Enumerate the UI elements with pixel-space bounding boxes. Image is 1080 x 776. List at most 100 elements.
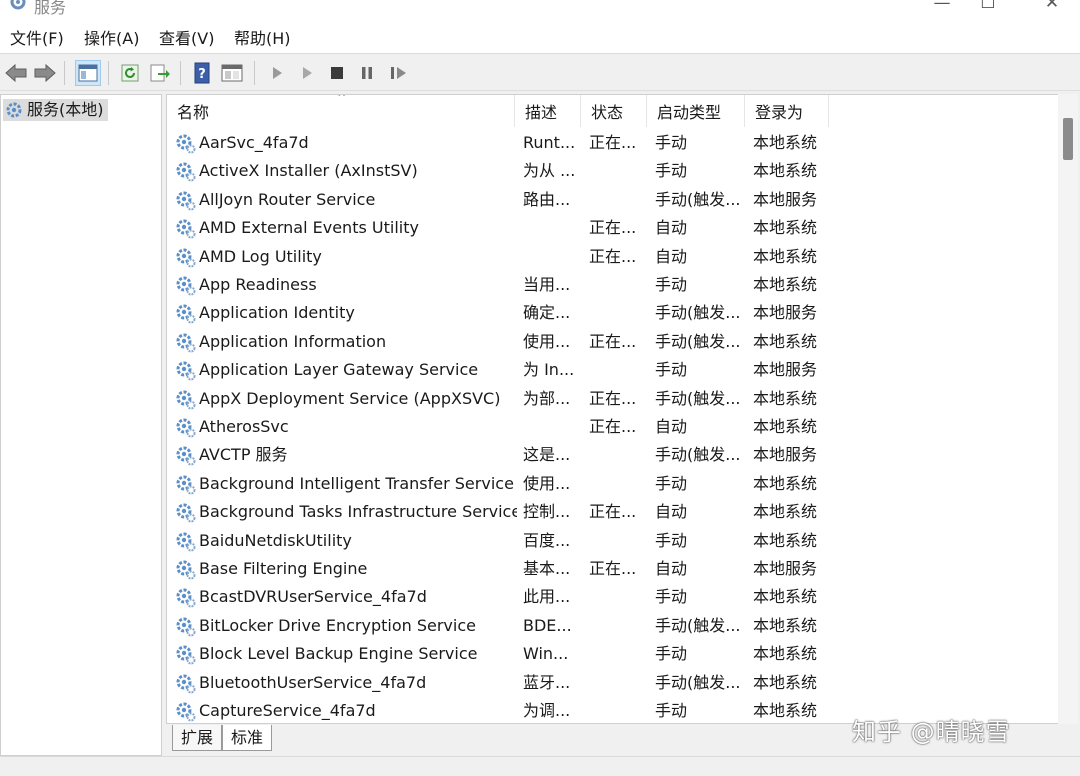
table-row[interactable]: Background Tasks Infrastructure Service 控… (167, 498, 827, 526)
column-header-startup-type[interactable]: 启动类型 (647, 95, 745, 127)
export-list-icon[interactable] (147, 60, 173, 86)
table-row[interactable]: AllJoyn Router Service 路由... 手动(触发... 本地服务 (167, 186, 827, 214)
help-icon[interactable]: ? (189, 60, 215, 86)
table-row[interactable]: CaptureService_4fa7d 为调... 手动 本地系统 (167, 697, 827, 723)
tree-node-services-local[interactable]: 服务(本地) (3, 99, 108, 121)
svg-text:?: ? (198, 67, 206, 82)
table-row[interactable]: AMD External Events Utility 正在... 自动 本地系统 (167, 214, 827, 242)
table-row[interactable]: BitLocker Drive Encryption Service BDE...… (167, 612, 827, 640)
minimize-button[interactable]: — (922, 0, 962, 14)
table-row[interactable]: AppX Deployment Service (AppXSVC) 为部... 正在… (167, 385, 827, 413)
service-gear-icon (175, 502, 197, 524)
service-gear-icon (175, 161, 197, 183)
table-row[interactable]: AarSvc_4fa7d Runt... 正在... 手动 本地系统 (167, 129, 827, 157)
service-log-on-as: 本地服务 (753, 360, 818, 380)
service-status (589, 356, 647, 384)
column-header-name[interactable]: 名称 (167, 95, 515, 127)
service-description: 确定... (523, 303, 571, 323)
service-name: App Readiness (199, 275, 317, 294)
service-startup-type: 自动 (655, 502, 688, 522)
start-service-alt-icon[interactable] (294, 60, 320, 86)
restart-service-icon[interactable] (386, 60, 412, 86)
properties-icon[interactable] (219, 60, 245, 86)
service-gear-icon (175, 701, 197, 723)
service-name: Block Level Backup Engine Service (199, 644, 478, 664)
start-service-icon[interactable] (264, 60, 290, 86)
service-name: Application Layer Gateway Service (199, 360, 479, 380)
table-row[interactable]: BaiduNetdiskUtility 百度... 手动 本地系统 (167, 527, 827, 555)
service-gear-icon (175, 303, 197, 325)
service-gear-icon (175, 332, 197, 354)
title-bar: 服务 — ☐ ✕ (0, 0, 1080, 24)
service-startup-type: 手动(触发... (655, 331, 741, 351)
service-name: CaptureService_4fa7d (199, 701, 376, 720)
maximize-button[interactable]: ☐ (968, 0, 1008, 14)
tab-extended[interactable]: 扩展 (172, 725, 223, 751)
service-log-on-as: 本地系统 (753, 133, 818, 152)
table-row[interactable]: Block Level Backup Engine Service Win... 手… (167, 640, 827, 668)
service-name: BluetoothUserService_4fa7d (199, 672, 427, 692)
refresh-icon[interactable] (117, 60, 143, 86)
menu-help[interactable]: 帮助(H) (234, 28, 291, 50)
service-startup-type: 手动 (655, 701, 688, 720)
service-status: 正在... (589, 133, 637, 152)
table-row[interactable]: BluetoothUserService_4fa7d 蓝牙... 手动(触发... 本… (167, 669, 827, 697)
tree-node-label: 服务(本地) (27, 100, 104, 119)
service-startup-type: 手动(触发... (655, 615, 741, 635)
service-gear-icon (175, 275, 197, 297)
table-row[interactable]: Application Layer Gateway Service 为 In...… (167, 356, 827, 384)
table-row[interactable]: AMD Log Utility 正在... 自动 本地系统 (167, 243, 827, 271)
service-startup-type: 手动 (655, 360, 688, 380)
service-description: 使用... (523, 331, 571, 351)
service-startup-type: 手动(触发... (655, 672, 741, 692)
scrollbar-thumb[interactable] (1063, 118, 1073, 160)
show-hide-console-tree-icon[interactable] (75, 60, 101, 86)
service-startup-type: 手动 (655, 133, 688, 152)
service-startup-type: 手动(触发... (655, 388, 741, 408)
service-log-on-as: 本地系统 (753, 530, 818, 550)
stop-service-icon[interactable] (324, 60, 350, 86)
service-log-on-as: 本地系统 (753, 246, 818, 266)
table-row[interactable]: ActiveX Installer (AxInstSV) 为从 ... 手动 本地系统 (167, 157, 827, 185)
table-row[interactable]: Application Information 使用... 正在... 手动(触发..… (167, 328, 827, 356)
column-header-status[interactable]: 状态 (581, 95, 647, 127)
table-row[interactable]: Background Intelligent Transfer Service 使… (167, 470, 827, 498)
service-name: AllJoyn Router Service (199, 189, 376, 209)
service-name: AtherosSvc (199, 417, 289, 436)
table-row[interactable]: Base Filtering Engine 基本... 正在... 自动 本地服务 (167, 555, 827, 583)
service-log-on-as: 本地服务 (753, 303, 818, 323)
pause-service-icon[interactable] (354, 60, 380, 86)
service-gear-icon (175, 445, 197, 467)
service-status (589, 640, 647, 668)
table-row[interactable]: Application Identity 确定... 手动(触发... 本地服务 (167, 299, 827, 327)
close-button[interactable]: ✕ (1032, 0, 1072, 14)
service-name: Background Intelligent Transfer Service (199, 473, 514, 493)
menu-view[interactable]: 查看(V) (159, 28, 214, 50)
watermark: 知乎 @晴晓雪 (852, 718, 1011, 746)
table-row[interactable]: App Readiness 当用... 手动 本地系统 (167, 271, 827, 299)
service-description: BDE... (523, 615, 572, 635)
service-name: Application Identity (199, 303, 355, 323)
column-header-description[interactable]: 描述 (515, 95, 581, 127)
service-gear-icon (175, 218, 197, 240)
table-row[interactable]: AtherosSvc 正在... 自动 本地系统 (167, 413, 827, 441)
table-row[interactable]: BcastDVRUserService_4fa7d 此用... 手动 本地系统 (167, 583, 827, 611)
table-row[interactable]: AVCTP 服务 这是... 手动(触发... 本地服务 (167, 441, 827, 469)
back-arrow-icon[interactable] (3, 60, 29, 86)
service-name: BcastDVRUserService_4fa7d (199, 587, 427, 607)
service-status: 正在... (589, 559, 637, 578)
service-gear-icon (175, 389, 197, 411)
services-gear-icon (10, 0, 26, 10)
service-log-on-as: 本地服务 (753, 189, 818, 209)
service-description: 蓝牙... (523, 672, 571, 692)
service-status (589, 186, 647, 214)
service-startup-type: 手动(触发... (655, 445, 741, 465)
vertical-scrollbar[interactable] (1058, 94, 1078, 724)
service-description (523, 243, 583, 271)
menu-file[interactable]: 文件(F) (10, 28, 64, 50)
menu-action[interactable]: 操作(A) (84, 28, 139, 50)
forward-arrow-icon[interactable] (32, 60, 58, 86)
column-header-log-on-as[interactable]: 登录为 (745, 95, 829, 127)
tab-standard[interactable]: 标准 (222, 725, 273, 751)
service-name: BaiduNetdiskUtility (199, 530, 352, 550)
